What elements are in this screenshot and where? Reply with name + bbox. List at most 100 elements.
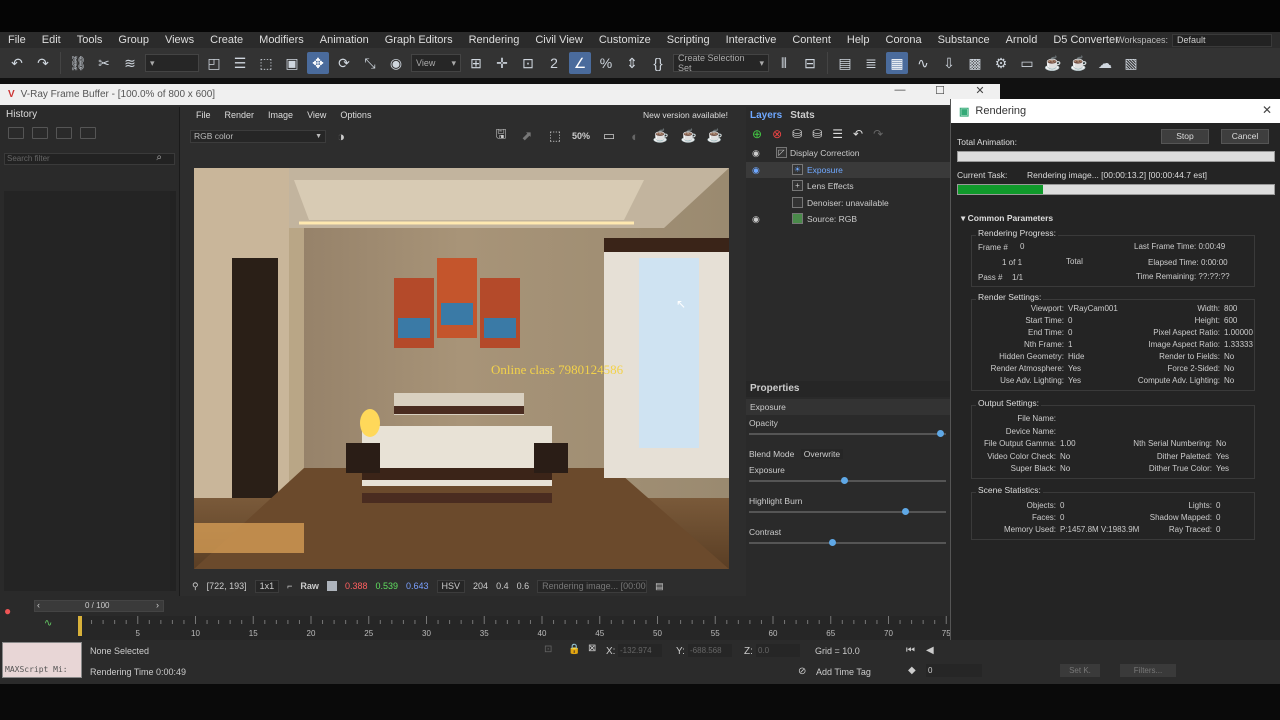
layers-undo-icon[interactable]: ↶ bbox=[853, 127, 863, 141]
close-icon[interactable]: ✕ bbox=[1262, 103, 1272, 117]
curve-icon[interactable]: ⌐ bbox=[287, 581, 292, 591]
maximize-icon[interactable]: ☐ bbox=[920, 84, 960, 97]
menu-help[interactable]: Help bbox=[839, 34, 878, 46]
layer-exposure[interactable]: ◉ ☀ Exposure bbox=[746, 161, 950, 178]
visibility-eye-icon[interactable]: ◉ bbox=[752, 211, 760, 227]
selection-filter-dropdown[interactable]: ▾ bbox=[145, 54, 199, 72]
vfb-menu-image[interactable]: Image bbox=[262, 110, 299, 120]
time-slider-prev-icon[interactable]: ‹ bbox=[37, 600, 40, 610]
bind-spacewarp-icon[interactable]: ≋ bbox=[119, 52, 141, 74]
keyboard-shortcut-icon[interactable]: ⊡ bbox=[517, 52, 539, 74]
percent-snap-icon[interactable]: % bbox=[595, 52, 617, 74]
redo-icon[interactable]: ↷ bbox=[32, 52, 54, 74]
menu-corona[interactable]: Corona bbox=[878, 34, 930, 46]
cancel-button[interactable]: Cancel bbox=[1221, 129, 1269, 144]
history-delete-icon[interactable] bbox=[80, 127, 96, 139]
select-rotate-icon[interactable]: ⟳ bbox=[333, 52, 355, 74]
slider-knob[interactable] bbox=[901, 508, 909, 515]
menu-tools[interactable]: Tools bbox=[69, 34, 111, 46]
history-list[interactable] bbox=[4, 191, 170, 591]
workspaces-selector[interactable]: Workspaces: Default bbox=[1116, 32, 1280, 48]
lock-icon[interactable]: 🔒 bbox=[568, 644, 580, 655]
mirror-icon[interactable]: ⫴ bbox=[773, 52, 795, 74]
menu-file[interactable]: File bbox=[0, 34, 34, 46]
menu-interactive[interactable]: Interactive bbox=[718, 34, 785, 46]
new-version-notice[interactable]: New version available! bbox=[643, 110, 728, 120]
highlight-burn-slider[interactable]: Highlight Burn bbox=[746, 493, 950, 524]
menu-customize[interactable]: Customize bbox=[591, 34, 659, 46]
y-coordinate[interactable]: -688.568 bbox=[688, 644, 732, 657]
key-mode-icon[interactable]: ◆ bbox=[908, 665, 916, 676]
vfb-menu-file[interactable]: File bbox=[190, 110, 217, 120]
set-key-button[interactable]: Set K. bbox=[1060, 664, 1100, 677]
undo-icon[interactable]: ↶ bbox=[6, 52, 28, 74]
slider-track[interactable] bbox=[749, 433, 946, 435]
render-production-icon[interactable]: ☕ bbox=[1042, 52, 1064, 74]
menu-arnold[interactable]: Arnold bbox=[998, 34, 1046, 46]
track-mouse-icon[interactable]: ◐ bbox=[626, 127, 644, 145]
current-frame-marker[interactable] bbox=[78, 616, 82, 636]
delete-layer-icon[interactable]: ⊗ bbox=[772, 127, 782, 141]
menu-scripting[interactable]: Scripting bbox=[659, 34, 718, 46]
menu-d5-converter[interactable]: D5 Converter bbox=[1045, 34, 1126, 46]
isolate-icon[interactable]: ⊡ bbox=[544, 644, 552, 655]
layers-redo-icon[interactable]: ↷ bbox=[873, 127, 883, 141]
rendered-frame-window-icon[interactable]: ▭ bbox=[1016, 52, 1038, 74]
save-image-icon[interactable]: 🖫 bbox=[492, 126, 510, 145]
reference-coord-dropdown[interactable]: View ▾ bbox=[411, 54, 461, 72]
region-render-icon[interactable]: ⬚ bbox=[546, 127, 564, 145]
channel-dropdown[interactable]: RGB color ▼ bbox=[190, 129, 326, 143]
add-layer-icon[interactable]: ⊕ bbox=[752, 127, 762, 141]
select-by-name-icon[interactable]: ☰ bbox=[229, 52, 251, 74]
tab-layers[interactable]: Layers bbox=[750, 110, 782, 121]
add-time-tag[interactable]: Add Time Tag bbox=[816, 667, 871, 677]
slider-knob[interactable] bbox=[829, 539, 837, 546]
export-icon[interactable]: ⬈ bbox=[518, 127, 536, 145]
layer-explorer-icon[interactable]: ≣ bbox=[860, 52, 882, 74]
x-coordinate[interactable]: -132.974 bbox=[618, 644, 662, 657]
pick-icon[interactable]: ⚲ bbox=[192, 581, 199, 592]
edit-named-selection-icon[interactable]: {} bbox=[647, 52, 669, 74]
snaps-toggle-icon[interactable]: 2 bbox=[543, 52, 565, 74]
vray-toolbar-icon[interactable]: ▧ bbox=[1120, 52, 1142, 74]
goto-start-icon[interactable]: ⏮ bbox=[906, 645, 915, 656]
workspaces-dropdown[interactable]: Default bbox=[1172, 33, 1272, 47]
spinner-snap-icon[interactable]: ⇕ bbox=[621, 52, 643, 74]
angle-snap-icon[interactable]: ∠ bbox=[569, 52, 591, 74]
pivot-center-icon[interactable]: ⊞ bbox=[465, 52, 487, 74]
vfb-menu-render[interactable]: Render bbox=[219, 110, 261, 120]
log-icon[interactable]: ▤ bbox=[655, 581, 664, 592]
layer-source-rgb[interactable]: ◉ Source: RGB bbox=[746, 211, 950, 228]
load-layers-icon[interactable]: ⛁ bbox=[812, 127, 822, 141]
vfb-menu-view[interactable]: View bbox=[301, 110, 332, 120]
render-setup-icon[interactable]: ⚙ bbox=[990, 52, 1012, 74]
prev-frame-icon[interactable]: ◀ bbox=[926, 645, 934, 656]
placement-icon[interactable]: ◉ bbox=[385, 52, 407, 74]
common-parameters-header[interactable]: ▾ Common Parameters bbox=[961, 213, 1053, 224]
render-iterative-icon[interactable]: ☕ bbox=[1068, 52, 1090, 74]
history-save-icon[interactable] bbox=[8, 127, 24, 139]
scene-explorer-icon[interactable]: ▤ bbox=[834, 52, 856, 74]
menu-edit[interactable]: Edit bbox=[34, 34, 69, 46]
unlink-icon[interactable]: ✂ bbox=[93, 52, 115, 74]
close-icon[interactable]: ✕ bbox=[960, 84, 1000, 97]
rect-selection-icon[interactable]: ⬚ bbox=[255, 52, 277, 74]
menu-animation[interactable]: Animation bbox=[312, 34, 377, 46]
current-frame-field[interactable]: 0 bbox=[926, 664, 982, 677]
curve-editor-icon[interactable]: ∿ bbox=[912, 52, 934, 74]
menu-modifiers[interactable]: Modifiers bbox=[251, 34, 312, 46]
select-object-icon[interactable]: ◰ bbox=[203, 52, 225, 74]
history-compare-icon[interactable] bbox=[56, 127, 72, 139]
opacity-slider[interactable]: Opacity bbox=[746, 415, 950, 446]
time-tag-icon[interactable]: ⊘ bbox=[798, 666, 806, 677]
slider-knob[interactable] bbox=[840, 477, 848, 484]
ribbon-toggle-icon[interactable]: ▦ bbox=[886, 52, 908, 74]
time-slider[interactable]: ‹ 0 / 100 › bbox=[34, 600, 164, 612]
time-slider-next-icon[interactable]: › bbox=[156, 600, 159, 610]
blend-mode-dropdown[interactable]: Overwrite bbox=[800, 449, 844, 459]
history-scrollbar[interactable] bbox=[170, 191, 176, 591]
align-icon[interactable]: ⊟ bbox=[799, 52, 821, 74]
exposure-slider[interactable]: Exposure bbox=[746, 462, 950, 493]
search-icon[interactable]: ⌕ bbox=[156, 153, 162, 163]
slider-track[interactable] bbox=[749, 542, 946, 544]
